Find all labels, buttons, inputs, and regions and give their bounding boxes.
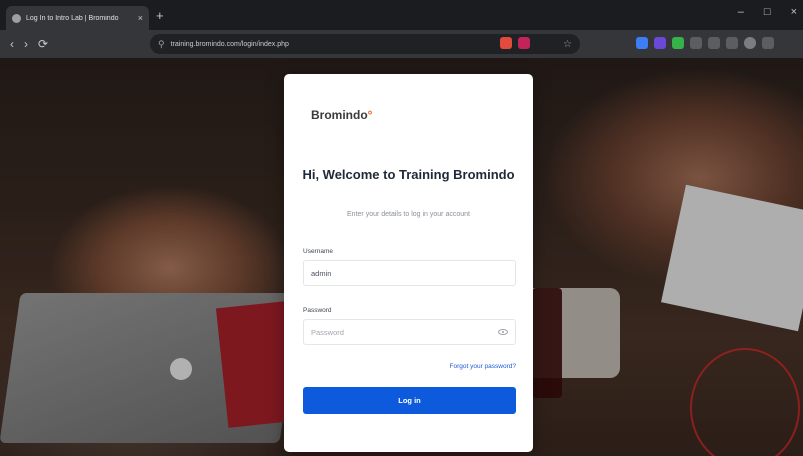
password-placeholder: Password xyxy=(311,327,344,337)
forward-button[interactable]: › xyxy=(24,37,28,51)
password-label: Password xyxy=(303,307,332,314)
logo-text: Bromindo xyxy=(311,108,368,122)
menu-icon[interactable] xyxy=(762,37,774,49)
reload-button[interactable]: ⟳ xyxy=(38,37,48,51)
extension-icon[interactable] xyxy=(690,37,702,49)
extension-icons-left xyxy=(500,37,530,49)
forgot-password-link[interactable]: Forgot your password? xyxy=(450,363,516,370)
maximize-button[interactable]: □ xyxy=(764,6,771,18)
show-password-icon[interactable] xyxy=(498,329,508,335)
username-field[interactable]: admin xyxy=(303,260,516,286)
back-button[interactable]: ‹ xyxy=(10,37,14,51)
login-button[interactable]: Log in xyxy=(303,387,516,414)
extension-icons-right xyxy=(636,37,774,49)
username-value: admin xyxy=(311,268,332,278)
extension-icon[interactable] xyxy=(672,37,684,49)
extension-icon[interactable] xyxy=(708,37,720,49)
bookmark-star-icon[interactable]: ☆ xyxy=(563,39,572,50)
extension-icon[interactable] xyxy=(654,37,666,49)
password-field[interactable]: Password xyxy=(303,319,516,345)
close-window-button[interactable]: × xyxy=(791,6,797,18)
page-title: Hi, Welcome to Training Bromindo xyxy=(302,167,515,182)
brand-logo: Bromindo° xyxy=(311,108,372,122)
browser-tab[interactable]: Log In to Intro Lab | Bromindo × xyxy=(6,6,149,30)
browser-tabbar: Log In to Intro Lab | Bromindo × + – □ × xyxy=(0,0,803,30)
extension-icon[interactable] xyxy=(726,37,738,49)
nav-buttons: ‹ › ⟳ xyxy=(0,37,48,51)
site-info-icon[interactable]: ⚲ xyxy=(158,39,165,50)
browser-toolbar: ‹ › ⟳ ⚲ training.bromindo.com/login/inde… xyxy=(0,30,803,58)
extension-icon[interactable] xyxy=(500,37,512,49)
username-label: Username xyxy=(303,248,333,255)
page-subtitle: Enter your details to log in your accoun… xyxy=(347,211,470,218)
minimize-button[interactable]: – xyxy=(738,6,744,18)
extension-icon[interactable] xyxy=(518,37,530,49)
tab-title: Log In to Intro Lab | Bromindo xyxy=(26,14,119,22)
login-card: Bromindo° Hi, Welcome to Training Bromin… xyxy=(284,74,533,452)
tab-close-icon[interactable]: × xyxy=(138,13,143,23)
new-tab-button[interactable]: + xyxy=(156,8,164,23)
extension-icon[interactable] xyxy=(636,37,648,49)
favicon-icon xyxy=(12,13,21,23)
logo-accent-icon: ° xyxy=(367,108,373,122)
profile-icon[interactable] xyxy=(744,37,756,49)
window-controls: – □ × xyxy=(738,6,797,18)
